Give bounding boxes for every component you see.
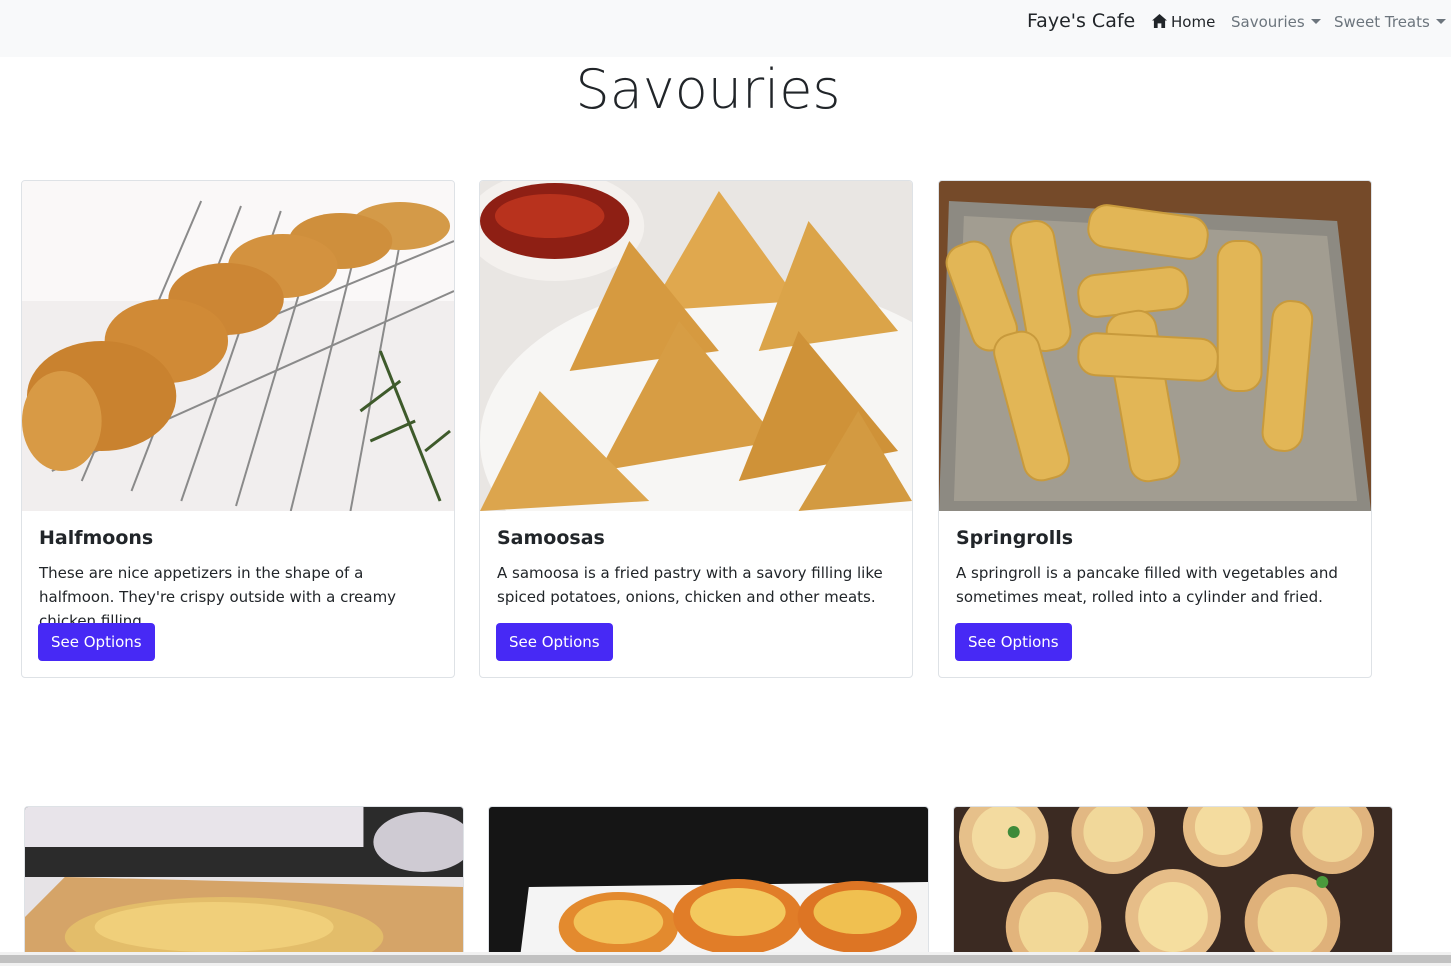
- card-samoosas: Samoosas A samoosa is a fried pastry wit…: [479, 180, 913, 678]
- card-image-row2-1: [25, 807, 463, 965]
- card-springrolls: Springrolls A springroll is a pancake fi…: [938, 180, 1372, 678]
- nav-savouries-label: Savouries: [1231, 13, 1305, 31]
- card-halfmoons: Halfmoons These are nice appetizers in t…: [21, 180, 455, 678]
- home-icon: [1152, 14, 1167, 28]
- nav-sweet-treats-label: Sweet Treats: [1334, 13, 1430, 31]
- nav-home-label: Home: [1171, 13, 1216, 31]
- see-options-button[interactable]: See Options: [496, 623, 613, 661]
- horizontal-scrollbar[interactable]: [0, 952, 1451, 966]
- brand-link[interactable]: Faye's Cafe: [1027, 10, 1135, 32]
- card-image-springrolls: [939, 181, 1371, 511]
- card-row2-3: [953, 806, 1393, 966]
- page-title: Savouries: [575, 58, 841, 121]
- card-title: Samoosas: [497, 527, 605, 549]
- see-options-button[interactable]: See Options: [955, 623, 1072, 661]
- card-description: A samoosa is a fried pastry with a savor…: [497, 564, 883, 606]
- card-title: Springrolls: [956, 527, 1074, 549]
- nav-savouries-dropdown[interactable]: Savouries: [1231, 13, 1321, 31]
- caret-down-icon: [1435, 19, 1446, 24]
- nav-home-link[interactable]: Home: [1152, 13, 1215, 31]
- nav-sweet-treats-dropdown[interactable]: Sweet Treats: [1334, 13, 1446, 31]
- scrollbar-thumb[interactable]: [0, 955, 1451, 963]
- card-description: A springroll is a pancake filled with ve…: [956, 564, 1338, 606]
- see-options-button[interactable]: See Options: [38, 623, 155, 661]
- card-image-row2-2: [489, 807, 928, 965]
- card-image-row2-3: [954, 807, 1392, 965]
- card-image-halfmoons: [22, 181, 454, 511]
- top-navbar: Faye's Cafe Home Savouries Sweet Treats: [0, 0, 1451, 57]
- caret-down-icon: [1310, 19, 1321, 24]
- card-row2-1: [24, 806, 464, 966]
- card-title: Halfmoons: [39, 527, 154, 549]
- card-row2-2: [488, 806, 929, 966]
- card-image-samoosas: [480, 181, 912, 511]
